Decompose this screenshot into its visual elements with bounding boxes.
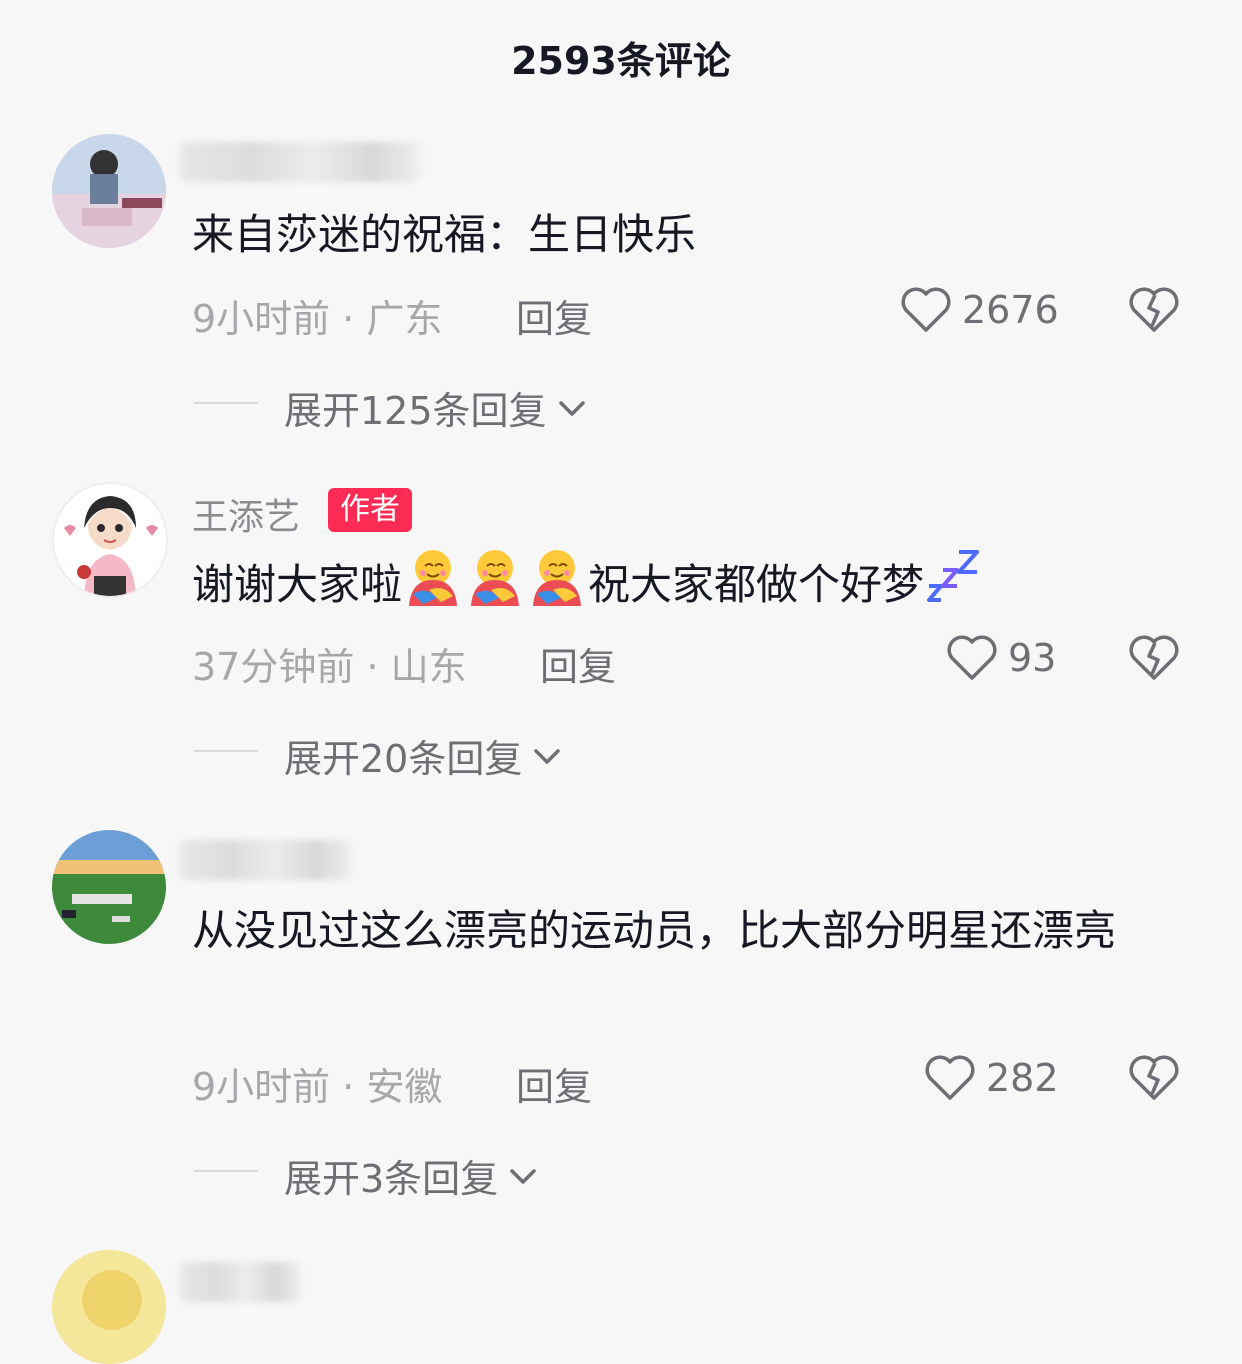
hug-emoji-icon (403, 546, 463, 629)
divider-line (194, 1170, 258, 1172)
comment-time: 9小时前 (192, 297, 331, 341)
avatar[interactable] (52, 1250, 166, 1364)
comment-location: 安徽 (366, 1065, 443, 1109)
like-count: 2676 (962, 288, 1059, 332)
username-blurred[interactable] (180, 840, 350, 880)
chevron-down-icon (534, 748, 561, 764)
separator-dot: · (342, 297, 367, 341)
comment-time: 9小时前 (192, 1065, 331, 1109)
comment-time: 37分钟前 (192, 645, 355, 689)
comment-text-part: 谢谢大家啦 (192, 560, 403, 609)
username-blurred[interactable] (180, 1262, 300, 1302)
avatar[interactable] (52, 482, 168, 598)
separator-dot: · (366, 645, 391, 689)
expand-replies-label: 展开20条回复 (284, 737, 523, 781)
expand-replies-label: 展开125条回复 (284, 389, 547, 433)
comment-text-part: 祝大家都做个好梦 (588, 560, 925, 609)
heart-outline-icon (925, 1055, 975, 1100)
dislike-button[interactable] (1128, 286, 1180, 338)
heart-outline-icon (947, 635, 997, 680)
comment-text: 谢谢大家啦 祝大家都做个好梦 (192, 546, 1186, 629)
avatar[interactable] (52, 830, 166, 944)
comment-meta: 9小时前 · 广东 (192, 288, 442, 343)
divider-line (194, 402, 258, 404)
username-blurred[interactable] (180, 142, 420, 182)
zzz-icon (925, 548, 981, 627)
author-badge: 作者 (328, 488, 412, 532)
like-button[interactable]: 2676 (900, 286, 1059, 334)
comment-location: 广东 (366, 297, 443, 341)
expand-replies-label: 展开3条回复 (284, 1157, 499, 1201)
comment-meta: 37分钟前 · 山东 (192, 636, 467, 691)
chevron-down-icon (510, 1168, 536, 1184)
hug-emoji-icon (465, 546, 525, 629)
comment-text: 来自莎迷的祝福：生日快乐 (192, 210, 697, 259)
expand-replies-button[interactable]: 展开20条回复 (284, 728, 564, 783)
chevron-down-icon (558, 400, 585, 416)
like-count: 93 (1008, 636, 1057, 680)
heart-outline-icon (901, 287, 951, 332)
broken-heart-icon (1129, 1055, 1179, 1100)
like-count: 282 (986, 1056, 1059, 1100)
comment-text: 从没见过这么漂亮的运动员，比大部分明星还漂亮 (192, 906, 1117, 955)
reply-button[interactable]: 回复 (516, 288, 592, 343)
comment-location: 山东 (390, 645, 467, 689)
comments-count-title: 2593条评论 (511, 39, 731, 83)
dislike-button[interactable] (1128, 1054, 1180, 1106)
divider-line (194, 750, 258, 752)
separator-dot: · (342, 1065, 367, 1109)
comment-meta: 9小时前 · 安徽 (192, 1056, 442, 1111)
like-button[interactable]: 282 (924, 1054, 1059, 1102)
reply-button[interactable]: 回复 (516, 1056, 592, 1111)
hug-emoji-icon (527, 546, 587, 629)
dislike-button[interactable] (1128, 634, 1180, 686)
username[interactable]: 王添艺 (192, 488, 300, 540)
broken-heart-icon (1129, 287, 1179, 332)
expand-replies-button[interactable]: 展开3条回复 (284, 1148, 540, 1203)
expand-replies-button[interactable]: 展开125条回复 (284, 380, 589, 435)
avatar[interactable] (52, 134, 166, 248)
reply-button[interactable]: 回复 (540, 636, 616, 691)
like-button[interactable]: 93 (946, 634, 1056, 682)
broken-heart-icon (1129, 635, 1179, 680)
